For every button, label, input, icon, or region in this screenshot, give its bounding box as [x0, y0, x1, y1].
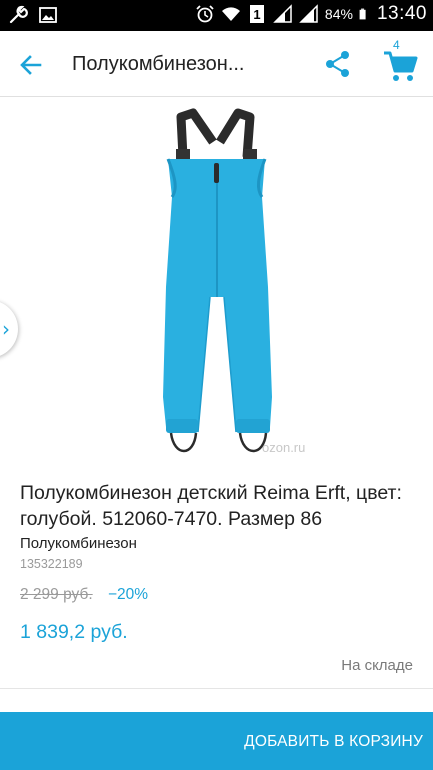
battery-percent: 84%	[324, 6, 353, 22]
watermark: ozon.ru	[262, 440, 306, 455]
wrench-icon	[9, 5, 28, 24]
chevron-right-icon: ›	[2, 317, 10, 341]
alarm-icon	[196, 5, 214, 23]
divider	[0, 688, 433, 689]
wifi-icon	[221, 7, 240, 21]
cart-icon[interactable]	[380, 45, 420, 85]
current-price: 1 839,2 руб.	[20, 621, 128, 643]
add-to-cart-button[interactable]: ДОБАВИТЬ В КОРЗИНУ	[0, 712, 433, 770]
product-gallery[interactable]: ›	[0, 97, 433, 467]
signal-icon	[273, 4, 292, 23]
add-to-cart-label: ДОБАВИТЬ В КОРЗИНУ	[244, 733, 423, 750]
product-sku: 135322189	[20, 557, 83, 571]
svg-text:1: 1	[253, 7, 260, 22]
product-image	[163, 108, 272, 453]
back-arrow-icon[interactable]	[14, 48, 48, 82]
product-title: Полукомбинезон детский Reima Erft, цвет:…	[20, 482, 402, 530]
page-title: Полукомбинезон...	[72, 53, 245, 75]
discount-badge: −20%	[108, 586, 149, 603]
share-icon[interactable]	[322, 48, 354, 80]
battery-icon	[359, 8, 366, 20]
sim-1-icon: 1	[249, 5, 264, 23]
old-price: 2 299 руб.	[20, 586, 93, 603]
availability-status: На складе	[341, 657, 413, 674]
signal-icon	[299, 4, 318, 23]
product-category: Полукомбинезон	[20, 535, 137, 552]
image-icon	[39, 7, 57, 23]
app-bar: Полукомбинезон... 4	[0, 31, 433, 97]
status-bar: 1 84% 13:40	[0, 0, 433, 31]
clock: 13:40	[376, 3, 427, 24]
